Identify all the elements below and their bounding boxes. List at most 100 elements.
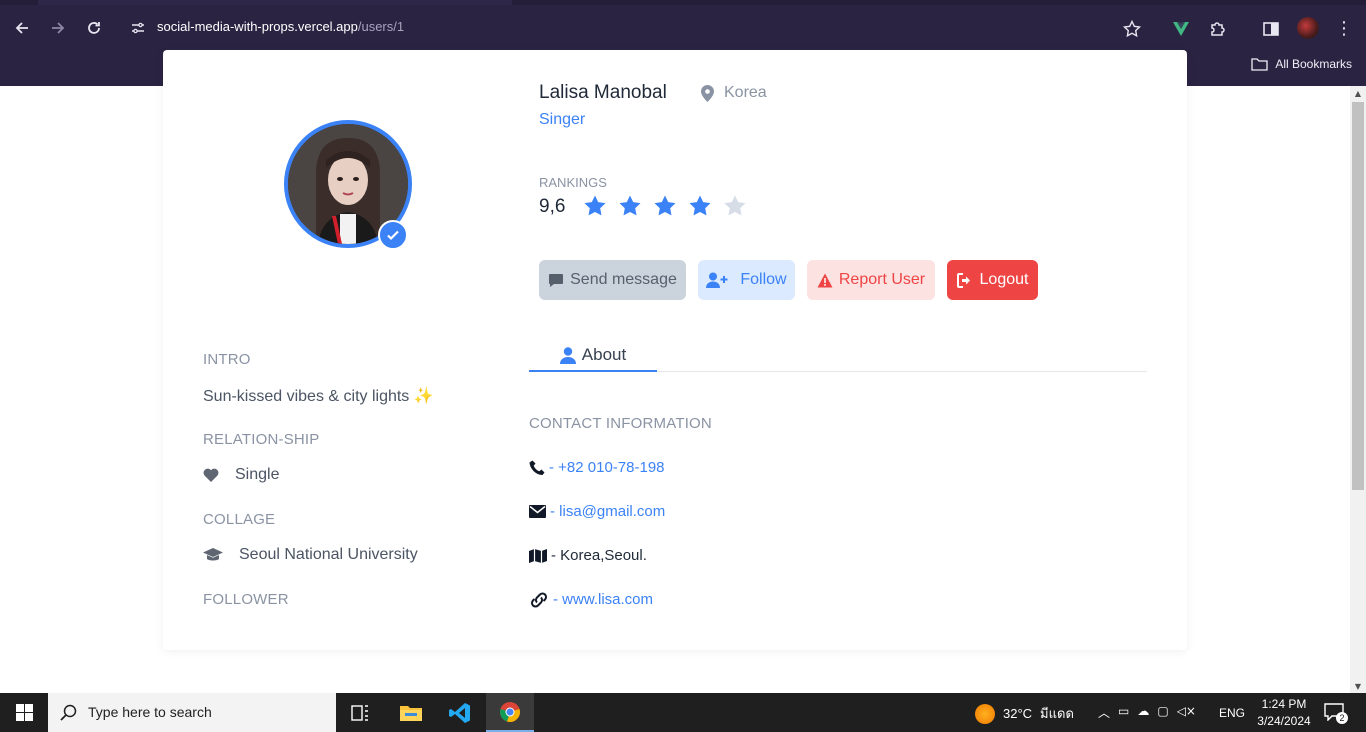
- scroll-down-arrow-icon[interactable]: ▼: [1354, 683, 1362, 691]
- profile-name: Lalisa Manobal: [539, 82, 667, 103]
- star-filled-icon: [619, 195, 641, 216]
- windows-logo-icon: [15, 704, 33, 721]
- contact-address: - Korea,Seoul.: [551, 547, 647, 564]
- relationship-value: Single: [235, 466, 280, 483]
- contact-email-row: - lisa@gmail.com: [529, 503, 665, 520]
- url-text: social-media-with-props.vercel.app/users…: [157, 19, 404, 34]
- cloud-icon[interactable]: ☁: [1137, 704, 1149, 721]
- profile-tabs: About: [529, 340, 1147, 372]
- logout-label: Logout: [979, 271, 1029, 288]
- device-icon[interactable]: ▭: [1118, 704, 1129, 721]
- bookmark-star-icon[interactable]: [1122, 19, 1142, 39]
- envelope-icon: [529, 505, 546, 518]
- message-icon: [549, 273, 564, 287]
- browser-toolbar: social-media-with-props.vercel.app/users…: [0, 5, 1366, 51]
- vue-devtools-icon[interactable]: [1172, 20, 1190, 38]
- all-bookmarks-label: All Bookmarks: [1275, 57, 1352, 71]
- contact-email[interactable]: - lisa@gmail.com: [550, 503, 665, 520]
- sign-out-icon: [956, 272, 970, 288]
- contact-phone[interactable]: - +82 010-78-198: [549, 459, 665, 476]
- college-label: COLLAGE: [203, 511, 276, 528]
- link-chain-icon: [530, 591, 548, 608]
- volume-muted-icon[interactable]: ◁×: [1177, 704, 1196, 721]
- relationship-label: RELATION-SHIP: [203, 431, 320, 448]
- input-language[interactable]: ENG: [1219, 706, 1245, 720]
- contact-phone-row: - +82 010-78-198: [529, 459, 665, 476]
- relationship-row: Single: [203, 466, 279, 484]
- user-icon: [559, 346, 576, 364]
- reload-icon[interactable]: [81, 15, 107, 41]
- tab-about[interactable]: About: [529, 340, 657, 372]
- side-panel-icon[interactable]: [1262, 20, 1280, 38]
- logout-button[interactable]: Logout: [947, 260, 1038, 300]
- rankings-value: 9,6: [539, 196, 566, 217]
- warning-triangle-icon: [817, 273, 833, 287]
- profile-location: Korea: [701, 84, 767, 102]
- weather-temp: 32°C: [1003, 706, 1033, 721]
- scroll-thumb[interactable]: [1352, 102, 1364, 490]
- report-user-button[interactable]: Report User: [807, 260, 935, 300]
- contact-website-row: - www.lisa.com: [529, 591, 653, 608]
- chrome-taskbar-icon[interactable]: [486, 693, 534, 732]
- network-icon[interactable]: ▢: [1157, 704, 1168, 721]
- contact-address-row: - Korea,Seoul.: [529, 547, 647, 564]
- profile-occupation: Singer: [539, 111, 586, 128]
- notification-count: 2: [1336, 712, 1348, 724]
- heart-icon: [203, 468, 219, 482]
- file-explorer-icon[interactable]: [387, 693, 435, 732]
- intro-label: INTRO: [203, 351, 251, 368]
- star-filled-icon: [584, 195, 606, 216]
- vscode-icon[interactable]: [436, 693, 484, 732]
- avatar-wrap: [284, 120, 412, 250]
- all-bookmarks-button[interactable]: All Bookmarks: [1251, 57, 1352, 71]
- search-placeholder: Type here to search: [88, 704, 212, 720]
- back-arrow-icon[interactable]: [9, 15, 35, 41]
- page-scrollbar[interactable]: ▲ ▼: [1350, 86, 1366, 693]
- user-plus-icon: [706, 272, 728, 288]
- send-message-button[interactable]: Send message: [539, 260, 686, 300]
- search-icon: [60, 704, 77, 721]
- map-pin-icon: [701, 84, 714, 102]
- url-host: social-media-with-props.vercel.app: [157, 19, 358, 34]
- folder-icon: [1251, 58, 1268, 71]
- report-user-label: Report User: [838, 271, 926, 288]
- site-settings-icon[interactable]: [130, 20, 146, 36]
- star-filled-icon: [689, 195, 711, 216]
- tab-about-label: About: [581, 345, 627, 364]
- sun-icon: [975, 703, 995, 724]
- task-view-icon[interactable]: [336, 693, 384, 732]
- follower-label: FOLLOWER: [203, 591, 289, 608]
- contact-website[interactable]: - www.lisa.com: [553, 591, 653, 608]
- system-tray: ︿ ▭ ☁ ▢ ◁×: [1098, 704, 1196, 721]
- scroll-up-arrow-icon[interactable]: ▲: [1354, 90, 1362, 98]
- map-icon: [529, 548, 547, 563]
- weather-widget[interactable]: 32°C มีแดด: [975, 703, 1074, 724]
- rating-stars: [583, 194, 747, 218]
- phone-icon: [529, 460, 545, 475]
- follow-label: Follow: [740, 271, 787, 288]
- chevron-up-icon[interactable]: ︿: [1098, 704, 1110, 721]
- clock-date: 3/24/2024: [1257, 714, 1311, 728]
- send-message-label: Send message: [570, 271, 677, 288]
- taskbar-clock[interactable]: 1:24 PM 3/24/2024: [1252, 696, 1316, 730]
- profile-location-text: Korea: [724, 84, 767, 101]
- rankings-label: RANKINGS: [539, 175, 607, 190]
- follow-button[interactable]: Follow: [698, 260, 795, 300]
- browser-profile-avatar[interactable]: [1297, 17, 1319, 39]
- college-row: Seoul National University: [203, 546, 418, 564]
- taskbar-search-box[interactable]: Type here to search: [48, 693, 336, 732]
- address-bar[interactable]: social-media-with-props.vercel.app/users…: [122, 11, 1162, 45]
- forward-arrow-icon[interactable]: [45, 15, 71, 41]
- start-button[interactable]: [0, 693, 48, 732]
- graduation-cap-icon: [203, 548, 223, 561]
- url-path: /users/1: [357, 19, 405, 34]
- clock-time: 1:24 PM: [1261, 697, 1307, 711]
- star-empty-icon: [724, 195, 746, 216]
- extensions-puzzle-icon[interactable]: [1208, 19, 1228, 39]
- weather-desc: มีแดด: [1040, 706, 1074, 721]
- browser-menu-icon[interactable]: ⋮: [1334, 19, 1354, 39]
- windows-taskbar: Type here to search 32°C มีแดด ︿ ▭ ☁ ▢ ◁…: [0, 693, 1366, 732]
- contact-info-label: CONTACT INFORMATION: [529, 415, 712, 432]
- notifications-icon[interactable]: 2: [1324, 703, 1348, 724]
- star-filled-icon: [654, 195, 676, 216]
